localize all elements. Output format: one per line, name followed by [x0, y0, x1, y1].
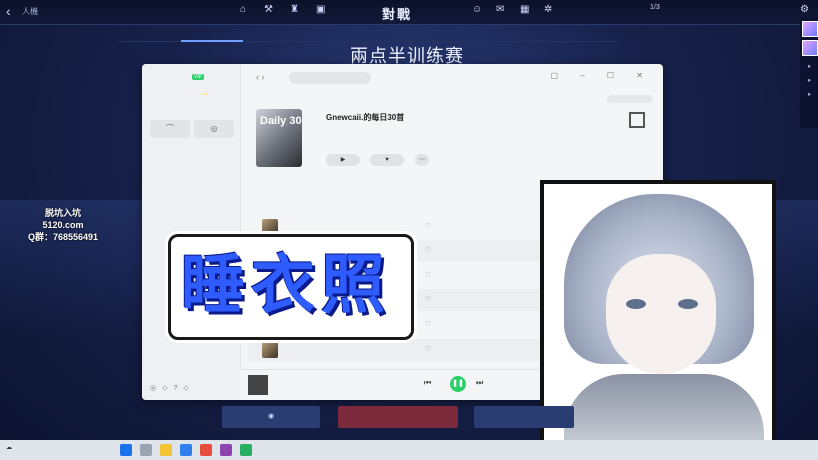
tab-5[interactable]	[368, 28, 431, 42]
friends-icon[interactable]: ☺	[472, 4, 482, 15]
heart-icon[interactable]: ♡	[425, 271, 431, 279]
tool-icon[interactable]: ⚒	[264, 4, 273, 15]
search-icon[interactable]	[140, 444, 152, 456]
start-icon[interactable]	[120, 444, 132, 456]
status-badge[interactable]	[202, 93, 208, 95]
weather-widget[interactable]: ☁	[6, 444, 12, 451]
next-icon[interactable]: ⏭	[476, 378, 483, 388]
bag-icon[interactable]: ♜	[290, 4, 299, 15]
portrait-eye	[678, 299, 698, 309]
browser-icon[interactable]	[180, 444, 192, 456]
promo-text: 脱坑入坑 5120.com Q群：768556491	[18, 207, 108, 243]
playlist-cover[interactable]: Daily 30	[256, 109, 302, 167]
tab-7[interactable]	[493, 28, 556, 42]
heart-icon[interactable]: ♡	[425, 222, 431, 230]
song-thumbnail	[262, 342, 278, 358]
qr-code-icon[interactable]	[629, 112, 645, 128]
tab-1[interactable]	[118, 28, 181, 42]
os-taskbar: ☁	[0, 440, 818, 460]
cover-text: Daily 30	[260, 115, 302, 127]
home-icon[interactable]: ⌂	[240, 4, 246, 15]
tab-2[interactable]	[180, 28, 243, 42]
pause-button[interactable]: ❚❚	[450, 376, 466, 392]
heart-icon[interactable]: ♡	[425, 345, 431, 353]
app-icon[interactable]	[240, 444, 252, 456]
gear-icon[interactable]: ⚙	[800, 4, 809, 15]
table-row[interactable]: ♡	[248, 339, 558, 361]
start-match-button[interactable]	[338, 406, 458, 428]
calendar-icon[interactable]: ▦	[520, 4, 529, 15]
avatar[interactable]	[802, 21, 818, 37]
promo-line: 脱坑入坑	[44, 208, 81, 218]
avatar[interactable]	[802, 40, 818, 56]
music-sidebar: VIP ⌒ ◎ ◎◇?◇	[142, 64, 241, 400]
rail-dot-icon[interactable]: ●	[800, 92, 818, 98]
status-count: 1/3	[650, 4, 660, 11]
more-button[interactable]: ⋯	[415, 154, 429, 166]
bottom-button-right[interactable]	[474, 406, 574, 428]
chevron-left-icon[interactable]: ‹	[6, 3, 11, 19]
heart-icon[interactable]: ♡	[425, 295, 431, 303]
overlay-text: 睡衣照	[181, 249, 391, 321]
app-icon[interactable]	[220, 444, 232, 456]
tag-strip	[607, 95, 653, 103]
heart-icon[interactable]: ♡	[425, 320, 431, 328]
mail-icon[interactable]: ✉	[496, 4, 504, 15]
right-rail: ● ● ●	[800, 18, 818, 128]
shop-icon[interactable]: ▣	[316, 4, 325, 15]
overlay-label: 睡衣照	[168, 234, 414, 340]
settings-icon[interactable]: ✲	[544, 4, 552, 15]
sidebar-footer-icons[interactable]: ◎◇?◇	[150, 384, 195, 392]
character-portrait	[540, 180, 776, 458]
sidebar-button[interactable]: ⌒	[150, 120, 190, 138]
window-controls[interactable]: ▢ – ☐ ✕	[550, 71, 653, 80]
promo-line: 5120.com	[42, 220, 84, 230]
now-playing-cover[interactable]	[248, 375, 268, 395]
promo-line: Q群：768556491	[27, 232, 99, 242]
play-all-button[interactable]: ▶	[326, 154, 360, 166]
nav-arrows-icon[interactable]: ‹ ›	[256, 72, 265, 82]
search-input[interactable]	[289, 72, 371, 84]
rail-dot-icon[interactable]: ●	[800, 64, 818, 70]
portrait-face	[606, 254, 716, 374]
bottom-button-left[interactable]: ◉	[222, 406, 320, 428]
playlist-title: Gnewcaii.的每日30首	[326, 113, 405, 122]
mode-tabs	[118, 28, 618, 42]
portrait-eye	[626, 299, 646, 309]
sidebar-button[interactable]: ◎	[194, 120, 234, 138]
previous-icon[interactable]: ⏮	[424, 378, 431, 388]
folder-icon[interactable]	[160, 444, 172, 456]
tab-8[interactable]	[555, 28, 618, 42]
like-button[interactable]: ♥	[370, 154, 404, 166]
tab-4[interactable]	[305, 28, 368, 42]
rail-dot-icon[interactable]: ●	[800, 78, 818, 84]
breadcrumb: 人機	[22, 7, 38, 16]
tab-3[interactable]	[243, 28, 306, 42]
page-title: 對戰	[382, 7, 413, 22]
game-top-bar: ‹ 人機 ⌂ ⚒ ♜ ▣ 對戰 ☺ ✉ ▦ ✲ 1/3 ⚙	[0, 0, 818, 25]
vip-badge: VIP	[192, 74, 205, 80]
song-thumbnail	[262, 219, 278, 235]
heart-icon[interactable]: ♡	[425, 246, 431, 254]
tab-6[interactable]	[430, 28, 493, 42]
app-icon[interactable]	[200, 444, 212, 456]
